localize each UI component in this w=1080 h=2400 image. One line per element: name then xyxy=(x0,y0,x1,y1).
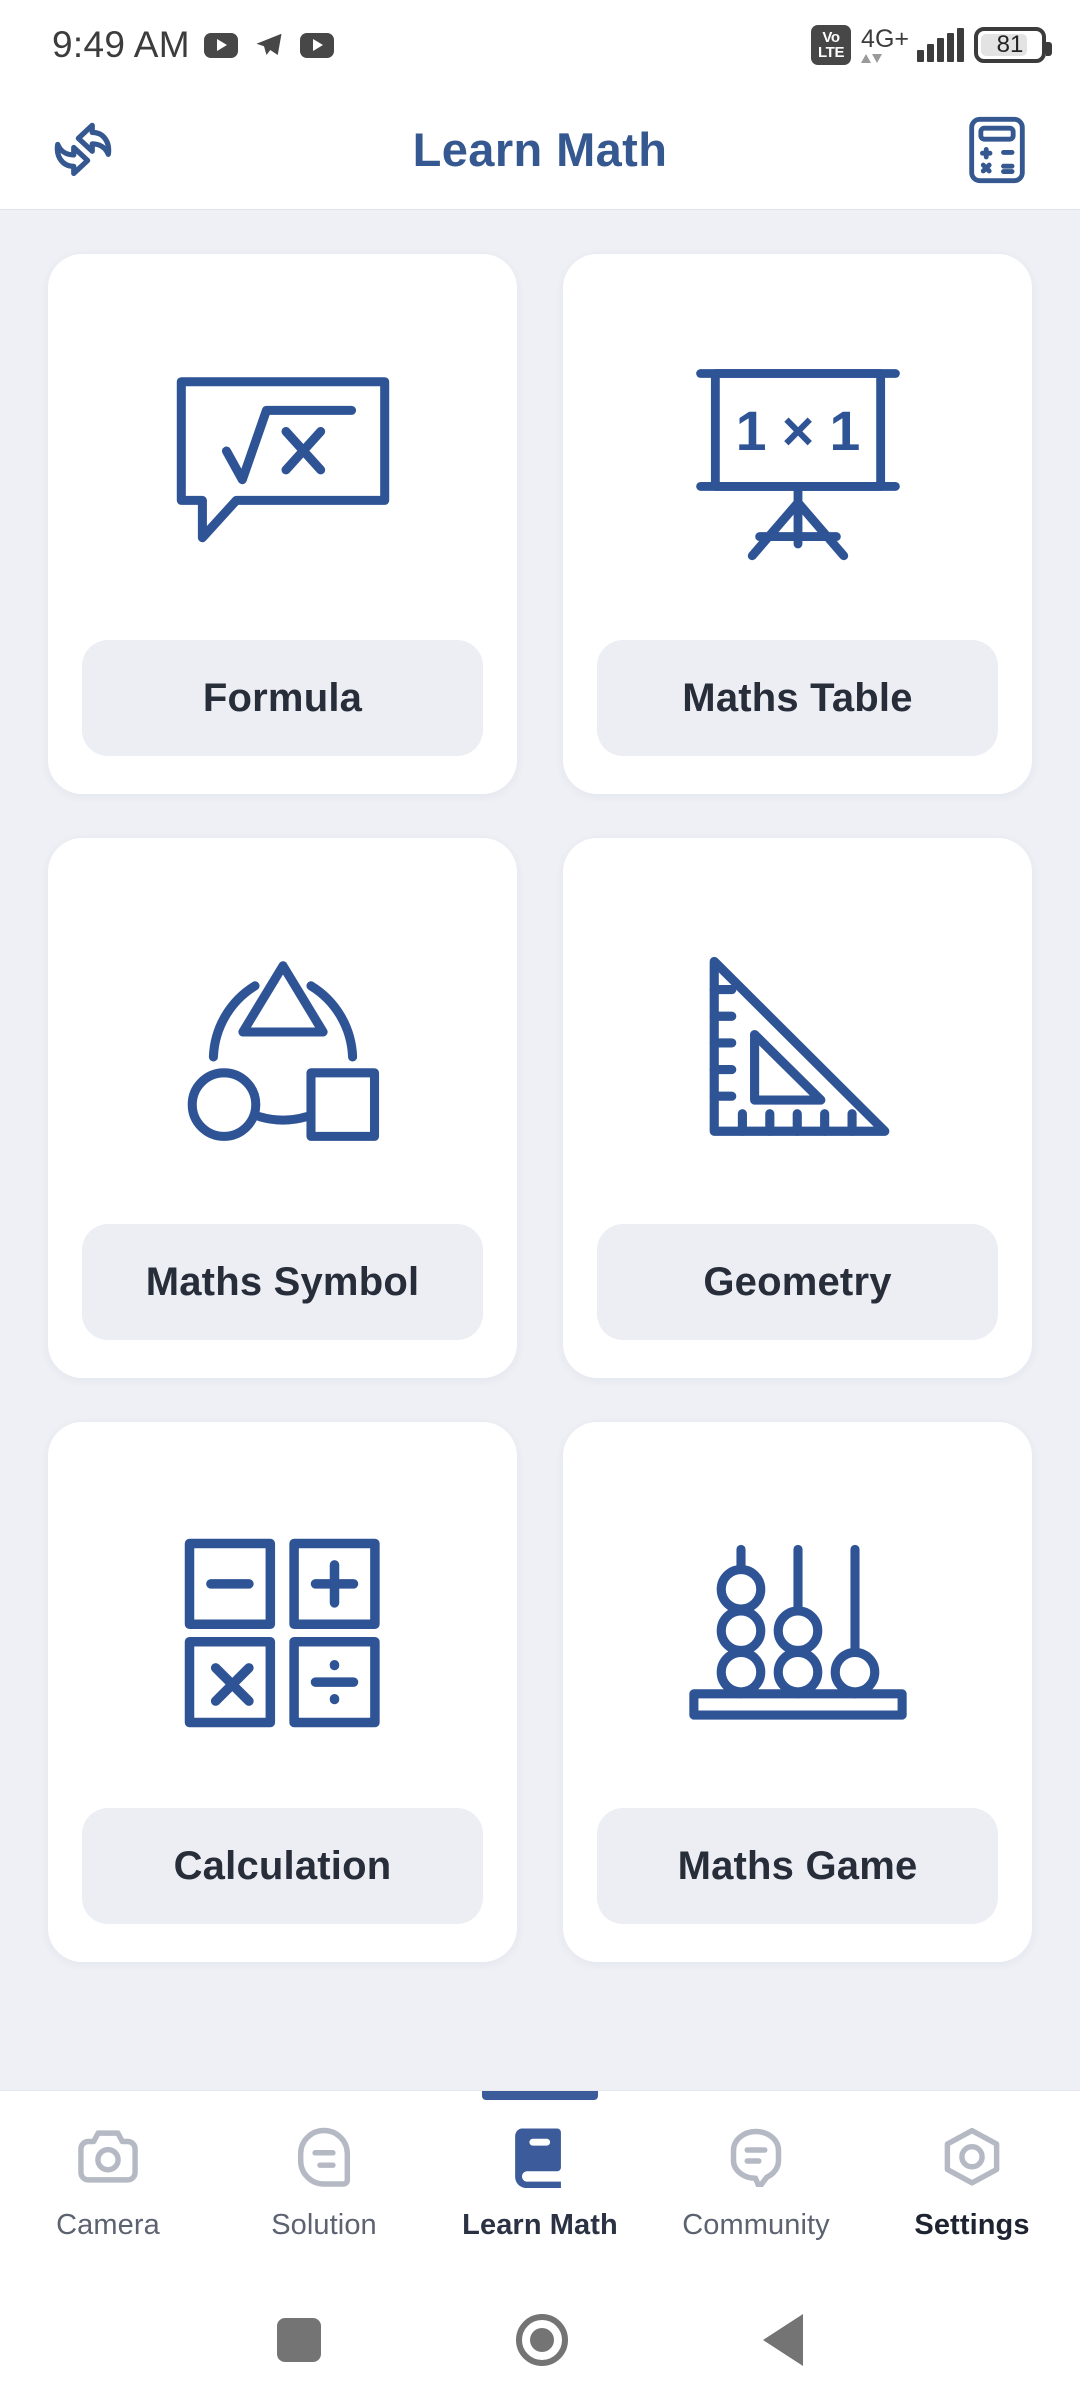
abacus-icon xyxy=(597,1458,998,1808)
nav-label: Camera xyxy=(56,2209,160,2241)
card-geometry[interactable]: Geometry xyxy=(563,838,1032,1378)
status-bar-right: Vo LTE 4G+ 81 xyxy=(811,25,1052,65)
signal-bars-icon xyxy=(917,28,964,62)
active-tab-indicator xyxy=(482,2091,598,2100)
swap-arrows-icon[interactable] xyxy=(40,107,126,193)
card-formula[interactable]: Formula xyxy=(48,254,517,794)
card-label: Maths Symbol xyxy=(82,1224,483,1340)
card-maths-table[interactable]: 1 × 1 Maths Table xyxy=(563,254,1032,794)
status-bar-left: 9:49 AM xyxy=(52,24,334,66)
battery-level: 81 xyxy=(996,31,1024,58)
set-square-ruler-icon xyxy=(597,874,998,1224)
card-label: Calculation xyxy=(82,1808,483,1924)
phone-screen: 9:49 AM Vo LTE 4G+ 81 Learn Math Formula… xyxy=(0,0,1080,2400)
data-arrows-icon xyxy=(861,54,883,63)
status-bar: 9:49 AM Vo LTE 4G+ 81 xyxy=(0,0,1080,90)
board-text: 1 × 1 xyxy=(735,400,860,462)
shapes-cycle-icon xyxy=(82,874,483,1224)
battery-icon: 81 xyxy=(974,27,1052,63)
hex-gear-icon xyxy=(940,2119,1004,2195)
youtube-icon xyxy=(299,32,334,58)
back-button[interactable] xyxy=(762,2314,803,2366)
calculator-icon[interactable] xyxy=(954,107,1040,193)
volte-icon: Vo LTE xyxy=(811,25,852,65)
nav-label: Learn Math xyxy=(462,2209,618,2241)
network-type: 4G+ xyxy=(861,25,909,53)
app-header: Learn Math xyxy=(0,90,1080,210)
home-button[interactable] xyxy=(515,2314,568,2366)
main-content: Formula 1 × 1 Maths Table Maths Symbol G… xyxy=(0,210,1080,2090)
recents-button[interactable] xyxy=(277,2318,322,2362)
system-navigation-bar xyxy=(0,2280,1080,2400)
page-title: Learn Math xyxy=(412,123,668,176)
formula-speech-bubble-icon xyxy=(82,290,483,640)
volte-line2: LTE xyxy=(818,44,845,61)
book-icon xyxy=(511,2119,569,2195)
card-label: Maths Table xyxy=(597,640,998,756)
nav-item-solution[interactable]: Solution xyxy=(216,2091,432,2280)
chat-bubble-icon xyxy=(727,2119,785,2195)
network-indicator: 4G+ xyxy=(861,27,909,63)
nav-item-settings[interactable]: Settings xyxy=(864,2091,1080,2280)
solution-bubble-icon xyxy=(294,2119,354,2195)
nav-label: Settings xyxy=(914,2209,1030,2241)
card-maths-game[interactable]: Maths Game xyxy=(563,1422,1032,1962)
volte-line1: Vo xyxy=(822,29,840,46)
nav-item-community[interactable]: Community xyxy=(648,2091,864,2280)
card-label: Maths Game xyxy=(597,1808,998,1924)
youtube-icon xyxy=(203,32,238,58)
presentation-board-icon: 1 × 1 xyxy=(597,290,998,640)
nav-label: Community xyxy=(682,2209,830,2241)
camera-icon xyxy=(76,2119,140,2195)
bottom-navigation: Camera Solution Learn Math Community Set… xyxy=(0,2090,1080,2280)
status-time: 9:49 AM xyxy=(52,24,190,65)
nav-item-camera[interactable]: Camera xyxy=(0,2091,216,2280)
operators-grid-icon xyxy=(82,1458,483,1808)
nav-label: Solution xyxy=(271,2209,377,2241)
telegram-icon xyxy=(256,33,282,55)
card-label: Formula xyxy=(82,640,483,756)
feature-grid: Formula 1 × 1 Maths Table Maths Symbol G… xyxy=(48,254,1032,1962)
nav-item-learn-math[interactable]: Learn Math xyxy=(432,2091,648,2280)
card-maths-symbol[interactable]: Maths Symbol xyxy=(48,838,517,1378)
card-label: Geometry xyxy=(597,1224,998,1340)
card-calculation[interactable]: Calculation xyxy=(48,1422,517,1962)
